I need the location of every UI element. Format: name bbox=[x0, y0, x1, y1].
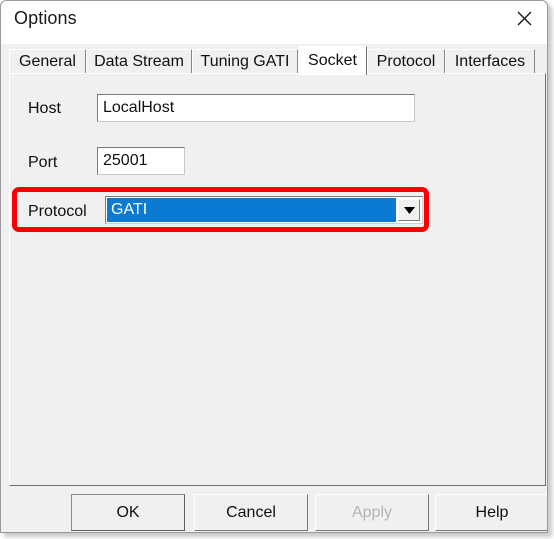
tab-label: Protocol bbox=[376, 53, 436, 70]
port-label: Port bbox=[28, 154, 58, 171]
tab-data-stream[interactable]: Data Stream bbox=[86, 49, 192, 74]
host-input[interactable]: LocalHost bbox=[97, 94, 415, 122]
chevron-down-icon[interactable] bbox=[398, 199, 420, 221]
ok-button-label: OK bbox=[116, 503, 140, 521]
apply-button-label: Apply bbox=[351, 503, 393, 521]
port-input[interactable]: 25001 bbox=[97, 147, 185, 175]
tab-protocol[interactable]: Protocol bbox=[367, 49, 445, 74]
tab-label: Data Stream bbox=[94, 53, 184, 70]
protocol-label: Protocol bbox=[28, 203, 87, 220]
tab-label: General bbox=[19, 53, 76, 70]
close-glyph bbox=[517, 11, 531, 25]
socket-tab-panel: Host LocalHost Port 25001 Protocol GATI bbox=[9, 73, 546, 486]
help-button[interactable]: Help bbox=[435, 494, 547, 531]
tab-strip: General Data Stream Tuning GATI Socket P… bbox=[9, 46, 547, 75]
tab-general[interactable]: General bbox=[9, 49, 86, 74]
help-button-label: Help bbox=[475, 503, 509, 521]
tab-label: Tuning GATI bbox=[200, 53, 290, 70]
tab-socket[interactable]: Socket bbox=[298, 46, 367, 75]
tab-label: Socket bbox=[308, 52, 357, 69]
ok-button[interactable]: OK bbox=[71, 494, 185, 531]
close-icon[interactable] bbox=[501, 1, 547, 35]
page-title: Options bbox=[14, 8, 77, 28]
tab-tuning-gati[interactable]: Tuning GATI bbox=[192, 49, 298, 74]
cancel-button-label: Cancel bbox=[226, 503, 276, 521]
options-dialog: Options General Data Stream Tuning GATI … bbox=[0, 0, 548, 533]
protocol-select[interactable]: GATI bbox=[105, 196, 423, 224]
protocol-selected-value: GATI bbox=[107, 198, 396, 222]
chevron-down-glyph bbox=[403, 206, 415, 214]
apply-button: Apply bbox=[315, 494, 429, 531]
tab-interfaces[interactable]: Interfaces bbox=[445, 49, 535, 74]
host-label: Host bbox=[28, 100, 61, 117]
tab-label: Interfaces bbox=[454, 53, 526, 70]
title-bar: Options bbox=[1, 1, 547, 44]
cancel-button[interactable]: Cancel bbox=[194, 494, 308, 531]
